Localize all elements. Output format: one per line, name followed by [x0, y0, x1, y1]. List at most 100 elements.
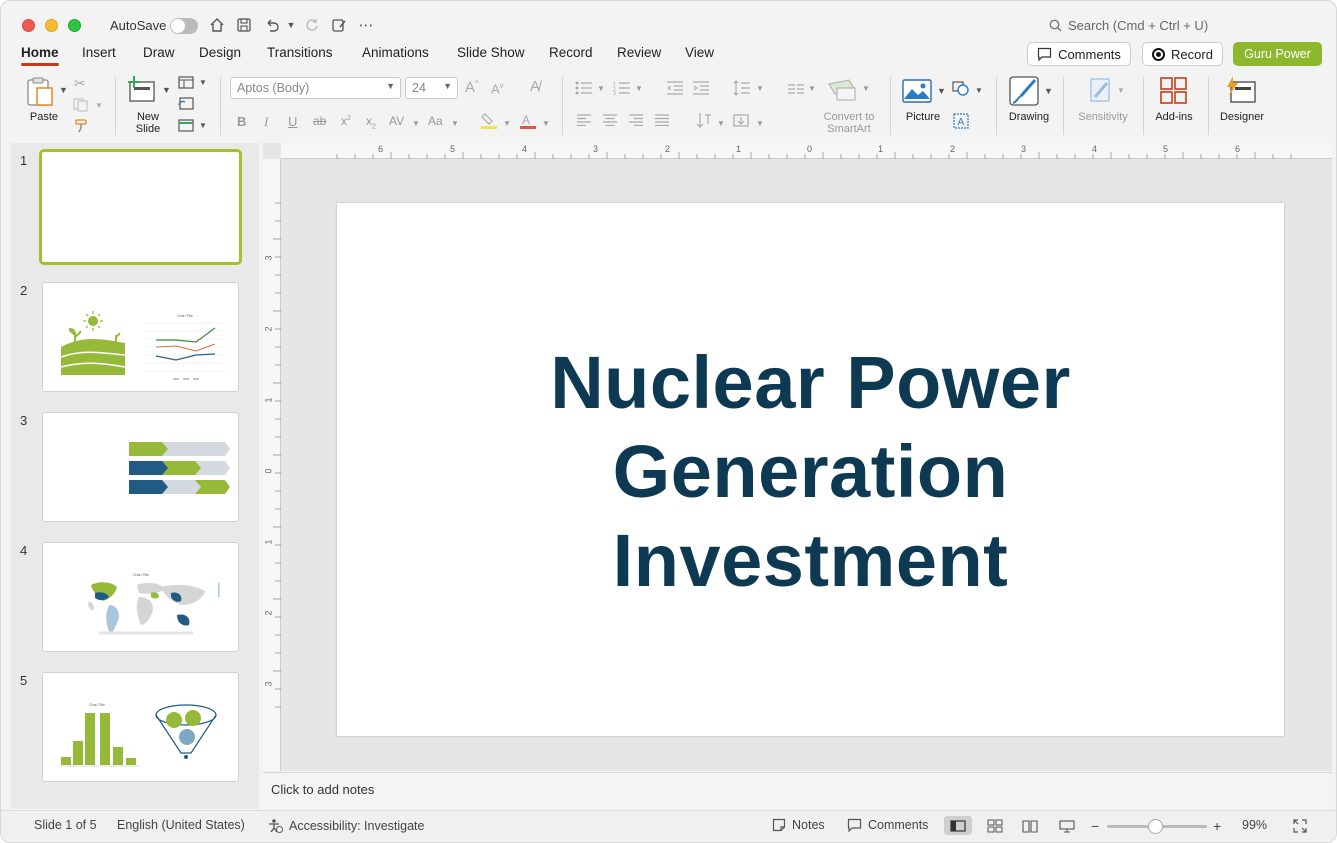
slide-thumbnail-2[interactable]: Chart Title — [42, 282, 239, 392]
search-box[interactable]: Search (Cmd + Ctrl + U) — [1049, 18, 1208, 33]
chevron-down-icon: ▼ — [443, 81, 452, 91]
svg-text:A: A — [958, 117, 965, 128]
chevron-down-icon: ▼ — [756, 119, 764, 128]
picture-icon[interactable] — [902, 79, 932, 106]
tab-slide-show[interactable]: Slide Show — [457, 45, 525, 60]
tab-draw[interactable]: Draw — [143, 45, 175, 60]
save-icon[interactable] — [234, 15, 254, 35]
tab-view[interactable]: View — [685, 45, 714, 60]
new-slide-dropdown-icon[interactable]: ▼ — [162, 85, 171, 95]
drawing-dropdown-icon[interactable]: ▼ — [1044, 86, 1053, 96]
ruler-number: 4 — [522, 144, 528, 154]
autosave-toggle[interactable] — [170, 18, 198, 34]
tab-record[interactable]: Record — [549, 45, 593, 60]
tab-review[interactable]: Review — [617, 45, 661, 60]
comments-button[interactable]: Comments — [1027, 42, 1131, 66]
slide-2-preview: Chart Title — [60, 311, 225, 380]
format-painter-icon[interactable] — [73, 119, 89, 136]
convert-smartart-label-1: Convert to — [823, 111, 875, 123]
tab-animations[interactable]: Animations — [362, 45, 429, 60]
zoom-slider-knob[interactable] — [1148, 819, 1163, 834]
ruler-number: 4 — [1092, 144, 1098, 154]
language-status[interactable]: English (United States) — [117, 818, 245, 832]
slide-thumbnail-1[interactable] — [39, 149, 242, 265]
ruler-number: 2 — [263, 610, 274, 616]
normal-view-icon — [950, 819, 966, 832]
paste-dropdown-icon[interactable]: ▼ — [59, 85, 68, 95]
increase-font-size-icon: A^ — [465, 79, 479, 96]
fit-to-window-button[interactable] — [1286, 816, 1314, 835]
zoom-in-button[interactable]: + — [1213, 818, 1221, 834]
paste-icon[interactable] — [25, 77, 57, 110]
close-window-button[interactable] — [22, 19, 35, 32]
home-icon[interactable] — [207, 15, 227, 35]
ribbon-home: ▼ Paste ✂ ▼ ▼ New Slide ▼ ▼ Aptos (Body)… — [1, 69, 1336, 141]
undo-dropdown-icon[interactable]: ▼ — [281, 15, 301, 35]
chart-title-text: Chart Title — [177, 314, 193, 318]
tab-insert[interactable]: Insert — [82, 45, 116, 60]
chevron-down-icon: ▼ — [386, 81, 395, 91]
designer-icon[interactable] — [1224, 75, 1258, 108]
shapes-dropdown-icon[interactable]: ▼ — [975, 86, 983, 95]
numbering-icon: 123 — [613, 81, 631, 98]
more-icon[interactable]: ⋯ — [356, 15, 376, 35]
align-right-icon — [629, 114, 643, 129]
strikethrough-icon: ab — [313, 114, 327, 128]
slide-thumbnail-5[interactable]: Chart Title — [42, 672, 239, 782]
picture-dropdown-icon[interactable]: ▼ — [937, 86, 946, 96]
tab-transitions[interactable]: Transitions — [267, 45, 333, 60]
add-ins-label: Add-ins — [1155, 111, 1193, 123]
tab-home[interactable]: Home — [21, 45, 59, 66]
add-ins-icon[interactable] — [1160, 77, 1188, 108]
slide-show-view-button[interactable] — [1053, 816, 1081, 835]
accessibility-icon — [269, 819, 283, 833]
tab-design[interactable]: Design — [199, 45, 241, 60]
new-slide-icon[interactable] — [128, 76, 158, 107]
slide-canvas[interactable]: Nuclear Power Generation Investment — [337, 203, 1284, 736]
undo-icon[interactable] — [262, 15, 282, 35]
slide-number: 5 — [20, 673, 28, 688]
chevron-down-icon: ▼ — [597, 84, 605, 93]
ribbon-separator — [996, 77, 997, 135]
copy-icon — [73, 98, 89, 115]
shapes-icon[interactable] — [952, 81, 970, 100]
customize-toolbar-icon[interactable] — [329, 15, 349, 35]
convert-to-smartart-icon — [827, 78, 859, 105]
ruler-number: 2 — [665, 144, 671, 154]
reset-slide-icon[interactable] — [178, 97, 194, 113]
notes-toggle-button[interactable]: Notes — [772, 818, 825, 832]
record-button[interactable]: Record — [1142, 42, 1223, 66]
notes-placeholder[interactable]: Click to add notes — [271, 782, 374, 797]
slide-title[interactable]: Nuclear Power Generation Investment — [337, 338, 1284, 605]
reading-view-button[interactable] — [1016, 816, 1044, 835]
ruler-number: 3 — [263, 255, 274, 261]
zoom-window-button[interactable] — [68, 19, 81, 32]
notes-pane[interactable]: Click to add notes — [263, 772, 1332, 809]
slide-number: 4 — [20, 543, 28, 558]
slide-sorter-view-button[interactable] — [981, 816, 1009, 835]
guru-power-button[interactable]: Guru Power — [1233, 42, 1322, 66]
comment-icon — [847, 818, 862, 832]
section-dropdown-icon[interactable]: ▼ — [199, 121, 207, 130]
text-box-icon[interactable]: A — [953, 113, 969, 132]
chevron-down-icon: ▼ — [808, 84, 816, 93]
comment-icon — [1037, 47, 1052, 61]
font-size-dropdown[interactable]: 24 ▼ — [405, 77, 458, 99]
comments-toggle-button[interactable]: Comments — [847, 818, 928, 832]
font-color-icon: A — [519, 112, 537, 133]
section-icon[interactable] — [178, 119, 194, 135]
accessibility-status[interactable]: Accessibility: Investigate — [268, 818, 424, 833]
minimize-window-button[interactable] — [45, 19, 58, 32]
font-name-dropdown[interactable]: Aptos (Body) ▼ — [230, 77, 401, 99]
drawing-label: Drawing — [1008, 111, 1050, 123]
slide-thumbnail-3[interactable] — [42, 412, 239, 522]
drawing-icon[interactable] — [1009, 76, 1041, 111]
zoom-out-button[interactable]: − — [1091, 818, 1099, 834]
layout-icon[interactable] — [178, 76, 194, 92]
comments-toggle-label: Comments — [868, 818, 929, 832]
layout-dropdown-icon[interactable]: ▼ — [199, 78, 207, 87]
normal-view-button[interactable] — [944, 816, 972, 835]
slide-thumbnail-4[interactable]: Chart Title — [42, 542, 239, 652]
zoom-level[interactable]: 99% — [1242, 818, 1267, 832]
ruler-number: 6 — [378, 144, 384, 154]
